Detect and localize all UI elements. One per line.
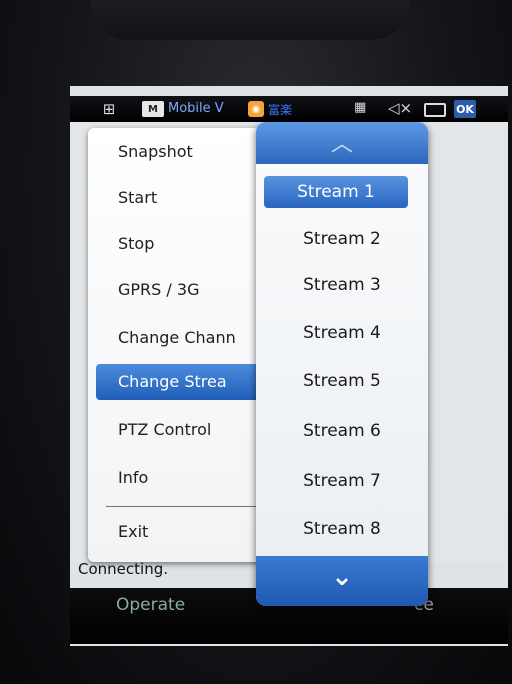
stream-item-2[interactable]: Stream 2 [256, 216, 428, 262]
stream-item-1[interactable]: Stream 1 [264, 176, 408, 208]
taskbar: ⊞ M Mobile V ◉ 富楽 ▦ ◁× OK [70, 96, 508, 122]
stream-item-6[interactable]: Stream 6 [256, 408, 428, 454]
menu-separator [106, 506, 278, 507]
menu-item-stop[interactable]: Stop [88, 222, 280, 266]
ok-button[interactable]: OK [454, 100, 476, 118]
menu-item-gprs-3g[interactable]: GPRS / 3G [88, 268, 280, 312]
windows-start-icon[interactable]: ⊞ [98, 100, 120, 118]
phone-top-bezel [90, 0, 410, 40]
connection-status: Connecting. [78, 560, 168, 578]
phone-brand-label [210, 650, 330, 680]
app-icon-2[interactable]: ◉ [248, 101, 264, 117]
menu-item-exit[interactable]: Exit [88, 510, 280, 554]
chevron-down-icon: ⌄ [331, 562, 353, 592]
signal-icon: ▦ [354, 100, 367, 115]
app-title[interactable]: Mobile V [168, 101, 224, 116]
mobile-view-app-icon[interactable]: M [142, 101, 164, 117]
stream-item-8[interactable]: Stream 8 [256, 506, 428, 552]
stream-item-5[interactable]: Stream 5 [256, 358, 428, 404]
scroll-up-button[interactable]: ︿ [256, 122, 428, 164]
menu-item-change-stream[interactable]: Change Strea [96, 364, 280, 400]
chevron-up-icon: ︿ [330, 132, 353, 157]
menu-item-info[interactable]: Info [88, 456, 280, 500]
app2-title[interactable]: 富楽 [268, 101, 292, 118]
menu-item-snapshot[interactable]: Snapshot [88, 130, 280, 174]
battery-icon [424, 103, 446, 117]
stream-item-4[interactable]: Stream 4 [256, 310, 428, 356]
menu-item-start[interactable]: Start [88, 176, 280, 220]
menu-item-change-channel[interactable]: Change Chann [88, 316, 280, 360]
scroll-down-button[interactable]: ⌄ [256, 556, 428, 606]
stream-item-3[interactable]: Stream 3 [256, 262, 428, 308]
volume-mute-icon[interactable]: ◁× [388, 99, 412, 117]
menu-item-ptz-control[interactable]: PTZ Control [88, 408, 280, 452]
operate-menu: Snapshot Start Stop GPRS / 3G Change Cha… [88, 128, 280, 562]
stream-item-7[interactable]: Stream 7 [256, 458, 428, 504]
softkey-operate[interactable]: Operate [116, 595, 185, 615]
stream-submenu: ︿ Stream 1 Stream 2 Stream 3 Stream 4 St… [256, 122, 428, 606]
